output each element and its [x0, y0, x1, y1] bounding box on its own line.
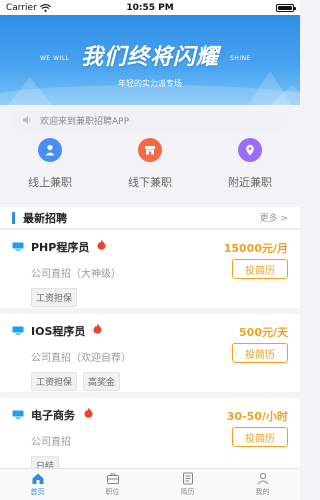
apply-button[interactable]: 投简历: [232, 259, 288, 279]
job-list: PHP程序员 15000元/月 公司直招（大神级） 投简历 工资担保 IOS程序…: [0, 230, 300, 482]
category-row: 线上兼职 线下兼职 附近兼职: [0, 138, 300, 198]
resume-icon: [182, 472, 193, 485]
status-bar: Carrier 10:55 PM: [0, 0, 300, 15]
monitor-icon: [12, 242, 24, 251]
category-label: 线下兼职: [128, 176, 172, 189]
job-company: 公司直招（欢迎自荐）: [31, 353, 131, 364]
job-salary: 30-50/小时: [226, 410, 288, 423]
section-accent-bar: [12, 211, 15, 224]
job-salary: 15000元/月: [223, 242, 288, 255]
tab-jobs[interactable]: 职位: [75, 469, 150, 500]
category-nearby[interactable]: 附近兼职: [210, 138, 290, 198]
job-title: 电子商务: [31, 409, 75, 422]
category-label: 附近兼职: [228, 176, 272, 189]
store-icon: [138, 138, 162, 162]
notice-bar[interactable]: 欢迎来到兼职招聘APP: [12, 110, 288, 130]
home-icon: [32, 473, 43, 484]
job-card[interactable]: IOS程序员 500元/天 公司直招（欢迎自荐） 投简历 工资担保 高奖金: [0, 314, 300, 398]
tab-home[interactable]: 首页: [0, 469, 75, 500]
speaker-icon: [23, 116, 31, 124]
monitor-icon: [12, 326, 24, 335]
job-company: 公司直招: [31, 437, 71, 448]
tab-label: 职位: [105, 488, 120, 496]
apply-button[interactable]: 投简历: [232, 343, 288, 363]
job-tags: 工资担保 高奖金: [31, 372, 121, 391]
tab-label: 首页: [30, 488, 45, 496]
promo-banner[interactable]: WE WILL 我们终将闪耀 SHINE 年轻的实力派专场: [0, 15, 300, 105]
status-time: 10:55 PM: [126, 2, 174, 13]
fire-icon: [84, 407, 93, 418]
job-tag: 工资担保: [31, 372, 78, 391]
monitor-icon: [12, 410, 24, 419]
status-left: Carrier: [6, 3, 51, 13]
category-offline[interactable]: 线下兼职: [110, 138, 190, 198]
job-salary: 500元/天: [239, 326, 288, 339]
apply-button[interactable]: 投简历: [232, 427, 288, 447]
category-online[interactable]: 线上兼职: [10, 138, 90, 198]
bottom-tab-bar: 首页 职位 简历 我的: [0, 468, 300, 500]
tab-resume[interactable]: 简历: [150, 469, 225, 500]
person-icon: [38, 138, 62, 162]
fire-icon: [97, 239, 106, 250]
job-tags: 工资担保: [31, 288, 78, 307]
tab-label: 简历: [180, 488, 195, 496]
carrier-label: Carrier: [6, 2, 37, 13]
job-tag: 工资担保: [31, 288, 78, 307]
job-company: 公司直招（大神级）: [31, 269, 121, 280]
notice-text: 欢迎来到兼职招聘APP: [40, 116, 130, 127]
banner-subtitle: 年轻的实力派专场: [118, 79, 182, 88]
user-icon: [257, 472, 268, 485]
fire-icon: [93, 323, 102, 334]
location-pin-icon: [238, 138, 262, 162]
category-label: 线上兼职: [28, 176, 72, 189]
briefcase-icon: [106, 473, 119, 484]
job-title: IOS程序员: [31, 325, 86, 338]
wifi-icon: [39, 3, 51, 12]
more-link[interactable]: 更多 >: [260, 211, 288, 224]
job-card[interactable]: PHP程序员 15000元/月 公司直招（大神级） 投简历 工资担保: [0, 230, 300, 314]
job-tag: 高奖金: [83, 372, 121, 391]
job-title: PHP程序员: [31, 241, 90, 254]
tab-profile[interactable]: 我的: [225, 469, 300, 500]
section-title: 最新招聘: [23, 211, 67, 225]
banner-title: 我们终将闪耀: [80, 45, 219, 70]
banner-right-text: SHINE: [230, 55, 251, 62]
section-header: 最新招聘 更多 >: [0, 207, 300, 229]
tab-label: 我的: [255, 488, 270, 496]
battery-icon: [276, 3, 296, 12]
